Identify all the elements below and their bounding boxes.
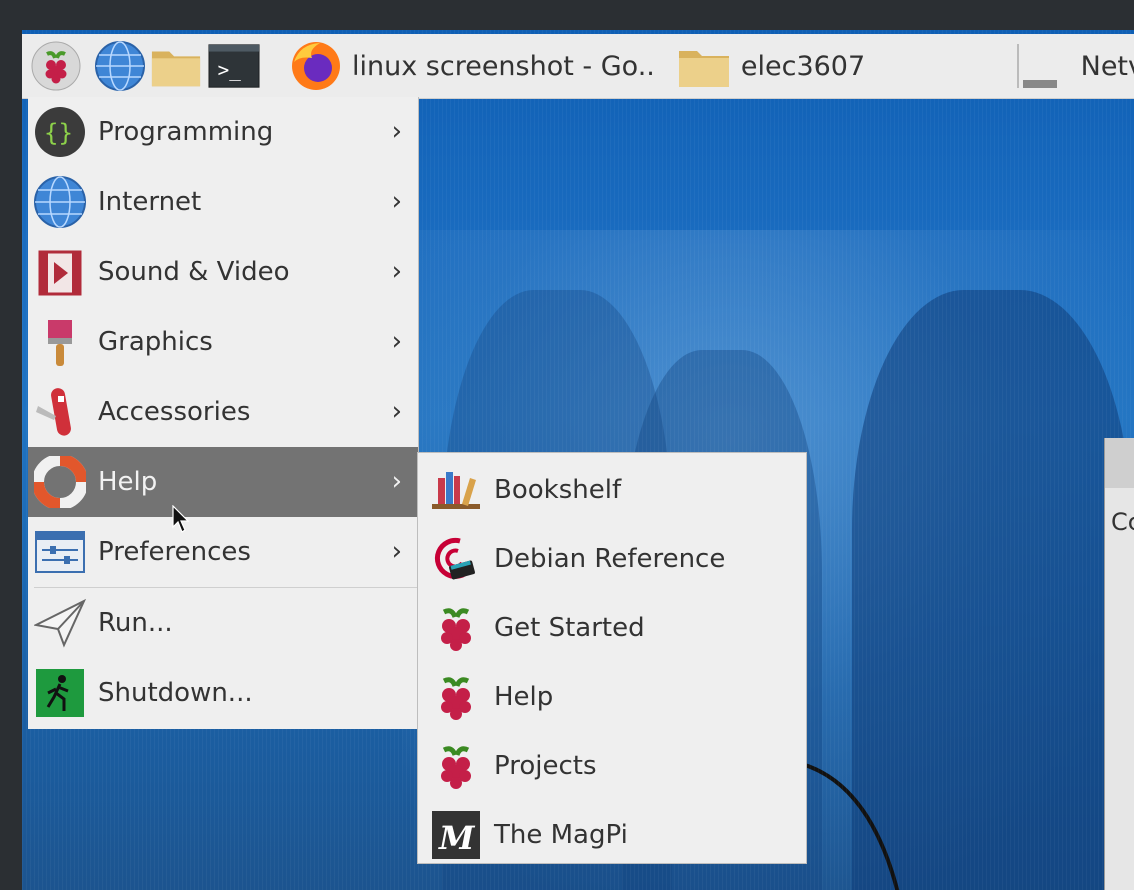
menu-item-sound-video[interactable]: Sound & Video › — [28, 237, 418, 307]
menu-item-shutdown[interactable]: Shutdown... — [28, 658, 418, 728]
menu-item-graphics[interactable]: Graphics › — [28, 307, 418, 377]
magpi-icon: M — [430, 809, 482, 861]
submenu-arrow-icon: › — [391, 256, 402, 287]
firefox-icon — [292, 42, 340, 90]
menu-item-label: Shutdown... — [98, 678, 253, 708]
submenu-arrow-icon: › — [391, 326, 402, 357]
submenu-arrow-icon: › — [391, 536, 402, 567]
submenu-arrow-icon: › — [391, 466, 402, 497]
sound-video-icon — [34, 246, 86, 298]
submenu-item-label: Debian Reference — [494, 543, 726, 574]
submenu-item-get-started[interactable]: Get Started — [418, 593, 806, 662]
menu-item-label: Programming — [98, 117, 274, 147]
svg-text:M: M — [438, 819, 476, 857]
folder-icon — [678, 51, 729, 87]
menu-item-programming[interactable]: {} Programming › — [28, 97, 418, 167]
background-window[interactable]: Cc — [1104, 438, 1134, 890]
menu-item-accessories[interactable]: Accessories › — [28, 377, 418, 447]
menu-item-label: Sound & Video — [98, 257, 290, 287]
bookshelf-icon — [430, 464, 482, 516]
submenu-item-label: Bookshelf — [494, 474, 622, 505]
submenu-arrow-icon: › — [391, 116, 402, 147]
background-window-text: Cc — [1111, 508, 1134, 536]
submenu-item-help[interactable]: Help — [418, 662, 806, 731]
folder-icon — [151, 51, 201, 87]
menu-item-preferences[interactable]: Preferences › — [28, 517, 418, 587]
taskbar-window-label: elec3607 — [740, 50, 866, 82]
menu-item-label: Help — [98, 467, 158, 497]
taskbar-window-folder[interactable]: elec3607 — [669, 36, 873, 96]
raspberry-icon — [31, 41, 81, 91]
raspberry-icon — [430, 740, 482, 792]
swiss-knife-icon — [34, 386, 86, 438]
svg-text:>_: >_ — [218, 59, 242, 82]
menu-item-label: Accessories — [98, 397, 251, 427]
menu-item-label: Internet — [98, 187, 202, 217]
globe-icon — [95, 41, 145, 91]
web-browser-launcher[interactable] — [94, 40, 146, 92]
menu-item-internet[interactable]: Internet › — [28, 167, 418, 237]
menu-item-label: Run... — [98, 608, 173, 638]
submenu-item-label: Help — [494, 681, 554, 712]
applications-menu: {} Programming › Internet › Sound & Vide… — [28, 97, 419, 729]
cpu-monitor-icon[interactable] — [1016, 44, 1059, 88]
taskbar-window-firefox[interactable]: linux screenshot - Go.. — [282, 36, 663, 96]
file-manager-launcher[interactable] — [150, 40, 202, 92]
top-panel: >_ linux screenshot - Go.. elec3607 Netv — [22, 34, 1134, 99]
menu-item-label: Preferences — [98, 537, 251, 567]
help-submenu: Bookshelf Debian Reference Get Started H… — [417, 452, 807, 864]
submenu-item-label: Get Started — [494, 612, 645, 643]
debian-icon — [430, 533, 482, 585]
submenu-item-debian-reference[interactable]: Debian Reference — [418, 524, 806, 593]
submenu-item-bookshelf[interactable]: Bookshelf — [418, 455, 806, 524]
preferences-icon — [34, 526, 86, 578]
raspberry-icon — [430, 671, 482, 723]
submenu-item-label: The MagPi — [494, 819, 628, 850]
submenu-item-label: Projects — [494, 750, 597, 781]
raspberry-menu-button[interactable] — [30, 40, 82, 92]
submenu-item-projects[interactable]: Projects — [418, 731, 806, 800]
svg-text:{}: {} — [44, 119, 73, 147]
terminal-icon: >_ — [208, 44, 260, 88]
paintbrush-icon — [34, 316, 86, 368]
raspberry-icon — [430, 602, 482, 654]
submenu-arrow-icon: › — [391, 396, 402, 427]
exit-runner-icon — [34, 667, 86, 719]
lifebuoy-icon — [34, 456, 86, 508]
globe-icon — [34, 176, 86, 228]
menu-item-run[interactable]: Run... — [28, 588, 418, 658]
menu-item-help[interactable]: Help › — [28, 447, 418, 517]
taskbar-window-label: linux screenshot - Go.. — [352, 50, 655, 82]
mouse-cursor-icon — [172, 505, 190, 533]
submenu-item-the-magpi[interactable]: M The MagPi — [418, 800, 806, 869]
submenu-arrow-icon: › — [391, 186, 402, 217]
paper-plane-icon — [34, 597, 86, 649]
network-label: Netv — [1080, 50, 1134, 82]
programming-icon: {} — [34, 106, 86, 158]
desktop: >_ linux screenshot - Go.. elec3607 Netv — [22, 30, 1134, 890]
menu-item-label: Graphics — [98, 327, 213, 357]
background-window-titlebar[interactable] — [1105, 438, 1134, 488]
terminal-launcher[interactable]: >_ — [208, 40, 260, 92]
